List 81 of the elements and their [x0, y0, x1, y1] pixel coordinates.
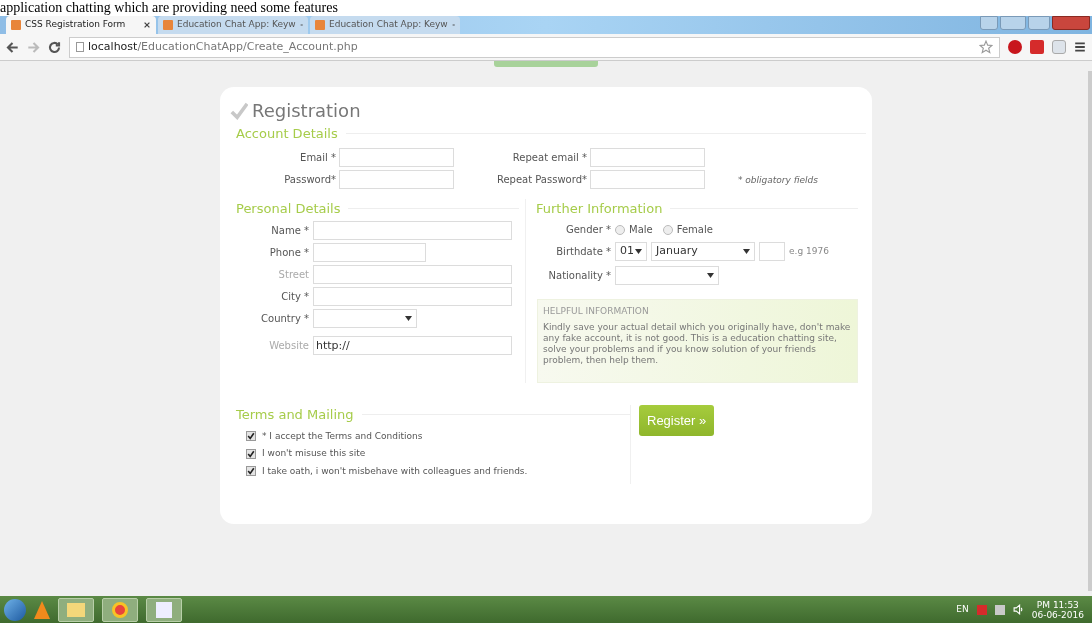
checkbox[interactable] — [246, 431, 256, 442]
reload-icon[interactable] — [48, 40, 61, 54]
url-path: /EducationChatApp/Create_Account.php — [137, 38, 358, 55]
caret-icon — [743, 249, 750, 254]
dropdown[interactable]: 01 — [615, 242, 647, 261]
field-label: Repeat email * — [511, 150, 587, 165]
caption-text: application chatting which are providing need some features — [0, 0, 338, 16]
checkbox-label: * I accept the Terms and Conditions — [262, 429, 423, 443]
input-field[interactable]: http:// — [313, 336, 512, 355]
field-label: Password* — [283, 172, 336, 187]
clock-time: PM 11:53 — [1036, 599, 1079, 610]
field-label: Name * — [270, 224, 309, 238]
extension-icon[interactable] — [1030, 40, 1044, 54]
input-field[interactable] — [339, 169, 454, 189]
radio-button[interactable] — [662, 224, 673, 235]
field-label: Gender * — [564, 223, 611, 237]
clock-date: 06-06-2016 — [1031, 609, 1084, 620]
info-heading: HELPFUL INFORMATION — [543, 305, 650, 318]
checkbox-label: I won't misuse this site — [262, 447, 366, 460]
section-legend: Account Details — [236, 124, 338, 144]
page-icon — [11, 20, 21, 30]
form-title: Registration — [252, 99, 361, 123]
language-indicator[interactable]: EN — [956, 602, 969, 617]
input-field[interactable] — [313, 221, 512, 240]
input-field[interactable] — [759, 242, 785, 261]
field-label: Nationality * — [547, 269, 611, 283]
caret-icon — [635, 249, 642, 254]
input-field[interactable] — [339, 147, 454, 167]
field-label: Phone * — [268, 246, 309, 260]
radio-button[interactable] — [615, 224, 625, 235]
radio-label: Male — [629, 223, 653, 237]
field-label: City * — [280, 290, 309, 304]
page-icon — [315, 20, 325, 30]
forward-icon[interactable] — [27, 40, 40, 54]
input-field[interactable] — [590, 169, 705, 189]
input-field[interactable] — [590, 147, 705, 167]
caret-icon — [405, 316, 412, 321]
section-legend: Terms and Mailing — [236, 405, 354, 425]
input-field[interactable] — [313, 287, 512, 306]
checkbox[interactable] — [246, 448, 256, 459]
checkbox-label: I take oath, i won't misbehave with colleagues and friends. — [262, 464, 528, 478]
field-label: Email * — [299, 150, 336, 165]
section-legend: Further Information — [536, 198, 663, 218]
info-text: Kindly save your actual detail which you originally have, don't make any fake account, it is not good. This is a education chatting site, solve your problems and if you know solution of your friends problem, then help them. — [543, 321, 852, 366]
page-icon — [76, 42, 84, 52]
field-label: Country * — [260, 312, 309, 326]
back-icon[interactable] — [6, 40, 19, 54]
maximize-icon[interactable] — [1028, 16, 1050, 30]
checkbox[interactable] — [246, 466, 256, 477]
start-button[interactable] — [4, 598, 26, 621]
browser-tab[interactable]: Education Chat App: Keyw — [158, 16, 308, 34]
page-icon — [163, 20, 173, 30]
field-label: Website — [268, 339, 309, 353]
menu-icon[interactable] — [1074, 41, 1086, 53]
obligatory-note: * obligatory fields — [737, 174, 819, 188]
tray-icon[interactable] — [976, 604, 987, 615]
dropdown[interactable] — [313, 309, 417, 328]
year-hint: e.g 1976 — [789, 244, 829, 258]
star-icon[interactable] — [979, 40, 993, 54]
check-icon — [230, 101, 248, 120]
browser-tab[interactable]: CSS Registration Form — [6, 16, 156, 34]
url-host: localhost — [88, 38, 138, 55]
browser-icon[interactable] — [102, 597, 138, 622]
field-label: Repeat Password* — [495, 172, 587, 187]
input-field[interactable] — [313, 243, 426, 262]
dropdown[interactable] — [615, 266, 719, 285]
user-icon[interactable] — [980, 16, 998, 30]
input-field[interactable] — [313, 265, 512, 284]
field-label: Street — [277, 268, 309, 282]
volume-icon[interactable] — [1012, 604, 1024, 615]
caret-icon — [707, 273, 714, 278]
radio-label: Female — [676, 223, 713, 237]
adblock-icon[interactable] — [1008, 40, 1022, 54]
folder-icon[interactable] — [58, 597, 94, 622]
cube-icon[interactable] — [1052, 40, 1066, 54]
dropdown[interactable]: January — [651, 242, 755, 261]
minimize-icon[interactable] — [1000, 16, 1026, 30]
section-legend: Personal Details — [236, 198, 341, 218]
field-label: Birthdate * — [555, 245, 611, 259]
browser-tab[interactable]: Education Chat App: Keyw — [310, 16, 460, 34]
address-bar[interactable]: localhost/EducationChatApp/Create_Account.php — [69, 36, 1000, 58]
